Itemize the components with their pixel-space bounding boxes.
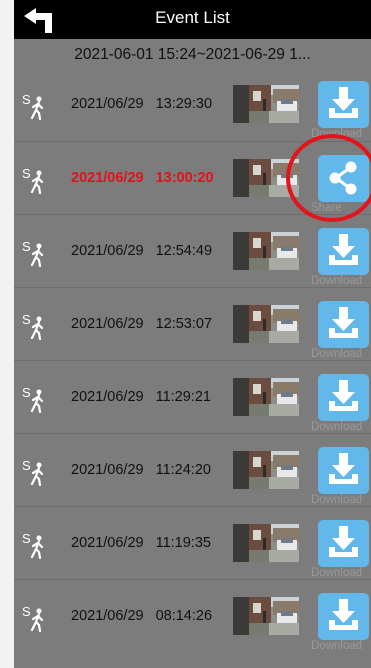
event-date: 2021/06/29 <box>71 608 144 624</box>
event-time: 13:29:30 <box>155 96 213 112</box>
event-date: 2021/06/29 <box>71 535 144 551</box>
download-button[interactable] <box>318 520 369 567</box>
event-row[interactable]: S 2021/06/29 13:00:20 Share <box>14 141 371 214</box>
event-timestamp: 2021/06/29 11:29:21 <box>71 389 211 405</box>
thumbnail-image <box>233 378 299 416</box>
event-timestamp: 2021/06/29 13:29:30 <box>71 96 212 112</box>
event-row[interactable]: S 2021/06/29 11:29:21 Download <box>14 360 371 433</box>
walking-person-icon <box>30 535 44 559</box>
event-thumbnail[interactable] <box>233 524 299 562</box>
walking-person-icon <box>30 96 44 120</box>
action-label: Download <box>311 275 363 287</box>
thumbnail-image <box>233 85 299 123</box>
top-bar: Event List <box>14 0 371 39</box>
event-timestamp: 2021/06/29 12:54:49 <box>71 243 212 259</box>
walking-person-icon <box>30 389 44 413</box>
walking-person-icon <box>30 243 44 267</box>
event-time: 12:53:07 <box>155 316 213 332</box>
download-button[interactable] <box>318 447 369 494</box>
action-label: Download <box>311 567 363 579</box>
event-row[interactable]: S 2021/06/29 08:14:26 Download <box>14 579 371 652</box>
page-title: Event List <box>155 8 230 27</box>
event-time: 11:19:35 <box>155 535 211 551</box>
event-time: 11:24:20 <box>155 462 211 478</box>
thumbnail-image <box>233 232 299 270</box>
event-date: 2021/06/29 <box>71 96 144 112</box>
download-button[interactable] <box>318 81 369 128</box>
event-timestamp: 2021/06/29 13:00:20 <box>71 170 214 186</box>
date-range: 2021-06-01 15:24~2021-06-29 1... <box>74 46 311 63</box>
event-timestamp: 2021/06/29 12:53:07 <box>71 316 212 332</box>
share-button[interactable] <box>318 155 369 202</box>
event-thumbnail[interactable] <box>233 305 299 343</box>
event-time: 12:54:49 <box>155 243 213 259</box>
download-icon <box>329 307 358 338</box>
download-icon <box>329 599 358 630</box>
event-row[interactable]: S 2021/06/29 11:24:20 Download <box>14 433 371 506</box>
download-icon <box>329 234 358 265</box>
thumbnail-image <box>233 159 299 197</box>
thumbnail-image <box>233 305 299 343</box>
download-button[interactable] <box>318 228 369 275</box>
event-date: 2021/06/29 <box>71 170 144 186</box>
event-date: 2021/06/29 <box>71 316 144 332</box>
walking-person-icon <box>30 316 44 340</box>
event-thumbnail[interactable] <box>233 378 299 416</box>
download-icon <box>329 87 358 118</box>
download-icon <box>329 526 358 557</box>
action-label: Download <box>311 494 363 506</box>
walking-person-icon <box>30 462 44 486</box>
event-thumbnail[interactable] <box>233 451 299 489</box>
walking-person-icon <box>30 170 44 194</box>
action-label: Download <box>311 128 363 140</box>
download-icon <box>329 453 358 484</box>
event-thumbnail[interactable] <box>233 232 299 270</box>
action-label: Download <box>311 640 363 652</box>
event-time: 11:29:21 <box>155 389 211 405</box>
event-date: 2021/06/29 <box>71 462 144 478</box>
event-row[interactable]: S 2021/06/29 12:53:07 Download <box>14 287 371 360</box>
thumbnail-image <box>233 451 299 489</box>
download-icon <box>329 380 358 411</box>
event-time: 08:14:26 <box>155 608 213 624</box>
event-list: S 2021/06/29 13:29:30 Download S 2021/06/… <box>14 68 371 652</box>
action-label: Download <box>311 421 363 433</box>
event-row[interactable]: S 2021/06/29 13:29:30 Download <box>14 68 371 141</box>
download-button[interactable] <box>318 374 369 421</box>
download-button[interactable] <box>318 593 369 640</box>
event-list-panel: Event List 2021-06-01 15:24~2021-06-29 1… <box>14 0 371 668</box>
event-timestamp: 2021/06/29 11:24:20 <box>71 462 211 478</box>
action-label: Share <box>311 202 342 214</box>
event-timestamp: 2021/06/29 08:14:26 <box>71 608 212 624</box>
event-row[interactable]: S 2021/06/29 11:19:35 Download <box>14 506 371 579</box>
event-row[interactable]: S 2021/06/29 12:54:49 Download <box>14 214 371 287</box>
download-button[interactable] <box>318 301 369 348</box>
event-thumbnail[interactable] <box>233 159 299 197</box>
event-time: 13:00:20 <box>155 170 214 186</box>
action-label: Download <box>311 348 363 360</box>
thumbnail-image <box>233 524 299 562</box>
event-thumbnail[interactable] <box>233 597 299 635</box>
event-date: 2021/06/29 <box>71 389 144 405</box>
share-icon <box>329 161 357 195</box>
event-thumbnail[interactable] <box>233 85 299 123</box>
thumbnail-image <box>233 597 299 635</box>
event-timestamp: 2021/06/29 11:19:35 <box>71 535 211 551</box>
walking-person-icon <box>30 608 44 632</box>
event-date: 2021/06/29 <box>71 243 144 259</box>
